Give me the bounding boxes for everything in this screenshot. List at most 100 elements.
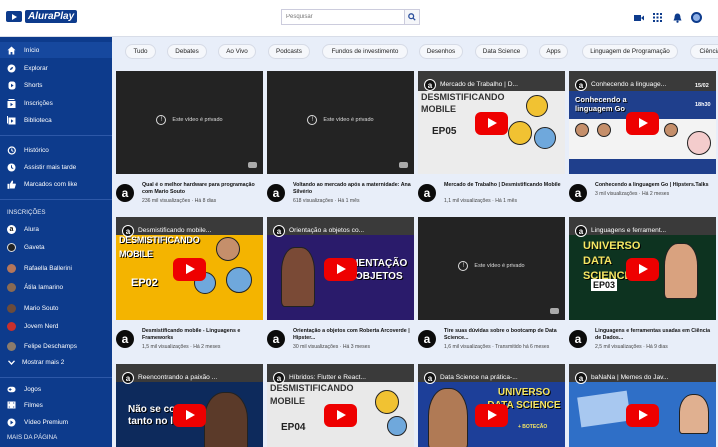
more-heading: MAIS DA PÁGINA — [7, 434, 58, 441]
video-thumbnail[interactable]: a Reencontrando a paixão ... Não se co t… — [116, 364, 263, 447]
thumbnail-title: baNaNa | Memes do Jav... — [591, 374, 669, 381]
sidebar-subscription[interactable]: a Alura — [0, 221, 112, 237]
library-icon — [7, 115, 16, 125]
channel-avatar[interactable]: a — [267, 330, 285, 348]
video-thumbnail[interactable]: a Mercado de Trabalho | D... DESMISTIFIC… — [418, 71, 565, 174]
channel-avatar[interactable]: a — [418, 330, 436, 348]
sidebar-item-inscricoes[interactable]: Inscrições — [0, 95, 112, 111]
thumbnail-headline: Conhecendo a linguagem Go — [575, 95, 627, 113]
search-icon — [408, 13, 416, 21]
sidebar-item-shorts[interactable]: Shorts — [0, 77, 112, 93]
video-title[interactable]: Linguagens e ferramentas usadas em Ciênc… — [595, 328, 716, 342]
video-card[interactable]: a Reencontrando a paixão ... Não se co t… — [116, 364, 263, 447]
history-icon — [7, 145, 16, 155]
bell-icon[interactable] — [672, 12, 683, 23]
video-meta: 1,6 mil visualizações · Transmitido há 6… — [444, 344, 550, 350]
sidebar-item-filmes[interactable]: Filmes — [0, 397, 112, 413]
video-meta: 2,5 mil visualizações · Há 9 dias — [595, 344, 668, 350]
chip-apps[interactable]: Apps — [539, 44, 568, 59]
video-title[interactable]: Conhecendo a linguagem Go | Hipsters.Tal… — [595, 182, 716, 189]
chip-data-science[interactable]: Data Science — [475, 44, 528, 59]
sidebar-item-label: Gaveta — [24, 243, 45, 251]
video-card[interactable]: a baNaNa | Memes do Jav... — [569, 364, 716, 447]
chip-linguagem-de-programacao[interactable]: Linguagem de Programação — [582, 44, 678, 59]
search-input[interactable] — [281, 9, 404, 25]
sidebar-item-label: Vídeo Premium — [24, 418, 69, 426]
sidebar-item-explorar[interactable]: Explorar — [0, 60, 112, 76]
home-icon — [7, 46, 16, 55]
sidebar-item-video-premium[interactable]: Vídeo Premium — [0, 414, 112, 430]
sidebar-item-label: Shorts — [24, 81, 43, 89]
sidebar-subscription[interactable]: Átila Iamarino — [0, 279, 112, 295]
apps-grid-icon[interactable] — [652, 12, 663, 23]
sidebar-item-historico[interactable]: Histórico — [0, 142, 112, 158]
logo[interactable]: AluraPlay — [6, 10, 78, 23]
channel-avatar[interactable]: a — [569, 330, 587, 348]
sidebar-subscription[interactable]: Felipe Deschamps — [0, 338, 112, 354]
video-thumbnail[interactable]: ! Este vídeo é privado — [418, 217, 565, 320]
channel-avatar[interactable]: a — [569, 184, 587, 202]
video-title[interactable]: Tire suas dúvidas sobre o bootcamp de Da… — [444, 328, 565, 342]
private-notice: ! Este vídeo é privado — [418, 261, 565, 271]
channel-badge: a — [122, 372, 134, 384]
thumbnail-extra: + BOTECÃO — [518, 424, 548, 430]
video-card[interactable]: a Híbridos: Flutter e React... DESMISTIF… — [267, 364, 414, 447]
play-icon — [475, 404, 508, 427]
chip-ciencia[interactable]: Ciência — [690, 44, 718, 59]
video-thumbnail[interactable]: ! Este vídeo é privado — [116, 71, 263, 174]
channel-avatar[interactable]: a — [116, 330, 134, 348]
sidebar-item-assistir-mais-tarde[interactable]: Assistir mais tarde — [0, 159, 112, 175]
channel-avatar[interactable]: a — [418, 184, 436, 202]
sidebar-subscription[interactable]: Mario Souto — [0, 300, 112, 316]
video-thumbnail[interactable]: a Híbridos: Flutter e React... DESMISTIF… — [267, 364, 414, 447]
top-bar: AluraPlay — [0, 0, 718, 37]
video-thumbnail[interactable]: a Orientação a objetos co... ORIENTAÇÃO … — [267, 217, 414, 320]
sidebar-item-inicio[interactable]: Início — [0, 42, 112, 58]
private-notice: ! Este vídeo é privado — [116, 115, 263, 125]
video-thumbnail[interactable]: a Conhecendo a linguage... Conhecendo a … — [569, 71, 716, 174]
sidebar-item-label: Jogos — [24, 385, 42, 393]
sidebar-subscription[interactable]: Gaveta — [0, 239, 112, 255]
video-thumbnail[interactable]: ! Este vídeo é privado — [267, 71, 414, 174]
thumbnail-title: Mercado de Trabalho | D... — [440, 81, 518, 88]
sidebar-item-biblioteca[interactable]: Biblioteca — [0, 112, 112, 128]
play-icon — [475, 112, 508, 135]
channel-avatar[interactable]: a — [267, 184, 285, 202]
chip-podcasts[interactable]: Podcasts — [268, 44, 310, 59]
search-button[interactable] — [404, 9, 420, 25]
channel-badge: a — [424, 79, 436, 91]
video-thumbnail[interactable]: a Linguagens e ferrament... UNIVERSO DAT… — [569, 217, 716, 320]
video-title[interactable]: Orientação a objetos com Roberta Arcover… — [293, 328, 414, 342]
thumbnail-title: Reencontrando a paixão ... — [138, 374, 218, 381]
sidebar-subscription[interactable]: Rafaella Ballerini — [0, 260, 112, 276]
video-card[interactable]: a Data Science na prática-... UNIVERSO D… — [418, 364, 565, 447]
sidebar-subscription[interactable]: Jovem Nerd — [0, 318, 112, 334]
chip-desenhos[interactable]: Desenhos — [419, 44, 463, 59]
thumbnail-title: Linguagens e ferrament... — [591, 227, 667, 234]
video-thumbnail[interactable]: a baNaNa | Memes do Jav... — [569, 364, 716, 447]
video-thumbnail[interactable]: a Data Science na prática-... UNIVERSO D… — [418, 364, 565, 447]
video-title[interactable]: Qual é o melhor hardware para programaçã… — [142, 182, 263, 196]
chip-debates[interactable]: Debates — [167, 44, 207, 59]
user-avatar[interactable] — [691, 12, 702, 23]
sidebar-item-jogos[interactable]: Jogos — [0, 381, 112, 397]
chip-ao-vivo[interactable]: Ao Vivo — [218, 44, 256, 59]
video-title[interactable]: Mercado de Trabalho | Desmistificando Mo… — [444, 182, 565, 189]
video-title[interactable]: Voltando ao mercado após a maternidade: … — [293, 182, 414, 196]
sidebar-item-label: Biblioteca — [24, 116, 52, 124]
chip-fundos-de-investimento[interactable]: Fundos de investimento — [322, 44, 408, 59]
logo-text: AluraPlay — [25, 10, 78, 23]
create-video-icon[interactable] — [633, 12, 644, 23]
info-icon: ! — [458, 261, 469, 271]
video-title[interactable]: Desmistificando mobile - Linguagens e Fr… — [142, 328, 263, 342]
play-icon — [324, 404, 357, 427]
video-thumbnail[interactable]: a Desmistificando mobile... DESMISTIFICA… — [116, 217, 263, 320]
episode-label: EP05 — [432, 126, 457, 137]
sidebar-item-label: Átila Iamarino — [24, 283, 64, 291]
chip-tudo[interactable]: Tudo — [125, 44, 156, 59]
sidebar-item-marcados-com-like[interactable]: Marcados com like — [0, 176, 112, 192]
channel-avatar[interactable]: a — [116, 184, 134, 202]
thumbnail-title: Data Science na prática-... — [440, 374, 518, 381]
show-more-button[interactable]: Mostrar mais 2 — [0, 354, 112, 370]
channel-avatar — [7, 282, 16, 292]
